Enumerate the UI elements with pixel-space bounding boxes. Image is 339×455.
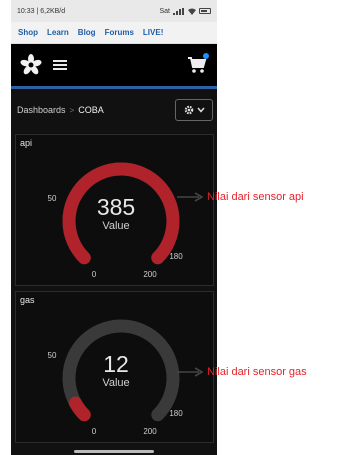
gauge-tick-high: 180	[169, 409, 183, 418]
gauge-min-label: 0	[92, 427, 97, 436]
top-nav-links: Shop Learn Blog Forums LIVE!	[11, 22, 217, 44]
gauge-tick-low: 50	[48, 351, 57, 360]
arrow-right-icon	[177, 192, 203, 202]
gauge-min-label: 0	[92, 270, 97, 279]
breadcrumb-dashboards[interactable]: Dashboards	[17, 105, 66, 115]
nav-link-shop[interactable]: Shop	[18, 28, 38, 37]
nav-link-learn[interactable]: Learn	[47, 28, 69, 37]
battery-icon	[199, 8, 211, 14]
gauge-tick-low: 50	[48, 194, 57, 203]
status-time: 10:33 | 6,2KB/d	[17, 7, 66, 15]
cart-badge	[203, 53, 209, 59]
cart-button[interactable]	[187, 53, 209, 74]
chevron-down-icon	[196, 107, 205, 113]
status-bar: 10:33 | 6,2KB/d Sat	[11, 0, 217, 22]
app-header	[11, 44, 217, 89]
nav-link-forums[interactable]: Forums	[105, 28, 134, 37]
gauge-max-label: 200	[143, 427, 157, 436]
status-icons: Sat	[159, 7, 211, 15]
gauge-fill	[68, 396, 91, 422]
signal-icon	[173, 7, 184, 15]
breadcrumb: Dashboards > COBA	[11, 89, 217, 131]
home-indicator	[11, 447, 217, 455]
gauge-value: 12	[103, 351, 129, 377]
nav-link-live[interactable]: LIVE!	[143, 28, 163, 37]
gauge-tick-high: 180	[169, 252, 183, 261]
gauge-value-label: Value	[102, 220, 129, 232]
gauge-block-api[interactable]: api 385 Value 50 180 0 200	[15, 134, 214, 286]
breadcrumb-separator: >	[69, 105, 75, 115]
status-right-text: Sat	[159, 7, 170, 15]
arrow-right-icon	[177, 367, 203, 377]
gauge-value: 385	[97, 194, 135, 220]
annotation-gas: Nilai dari sensor gas	[177, 366, 307, 378]
annotation-api-text: Nilai dari sensor api	[207, 191, 304, 203]
gauge-value-label: Value	[102, 377, 129, 389]
gauge-max-label: 200	[143, 270, 157, 279]
breadcrumb-current: COBA	[78, 105, 104, 115]
menu-icon[interactable]	[53, 60, 67, 70]
dashboard-settings-button[interactable]	[175, 99, 213, 121]
wifi-icon	[188, 8, 196, 15]
annotation-gas-text: Nilai dari sensor gas	[207, 366, 307, 378]
gauge-api: 385 Value 50 180 0 200	[48, 162, 183, 279]
phone-screen: 10:33 | 6,2KB/d Sat Shop Learn Blog Foru…	[11, 0, 217, 455]
annotation-api: Nilai dari sensor api	[177, 191, 304, 203]
gear-icon	[184, 105, 193, 115]
adafruit-logo-icon[interactable]	[19, 53, 43, 77]
nav-link-blog[interactable]: Blog	[78, 28, 96, 37]
